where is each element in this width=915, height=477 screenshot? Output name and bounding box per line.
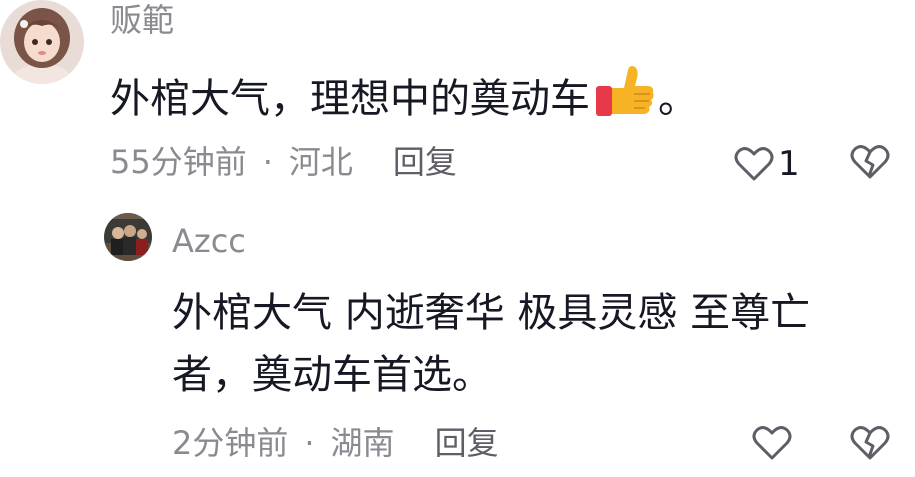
group-photo-avatar — [104, 213, 152, 261]
broken-heart-icon — [850, 426, 890, 460]
like-button[interactable] — [752, 425, 796, 461]
comment-time: 2分钟前 — [172, 424, 289, 462]
comment-text: 外棺大气，理想中的奠动车 。 — [110, 64, 698, 130]
girl-portrait-avatar — [0, 0, 84, 84]
thumbs-up-icon — [596, 66, 654, 116]
dislike-button[interactable] — [850, 144, 890, 180]
comment-text: 外棺大气 内逝奢华 极具灵感 至尊亡者，奠动车首选。 — [172, 290, 811, 398]
comment-username[interactable]: Azcc — [172, 221, 246, 261]
comment-username[interactable]: 贩範 — [110, 0, 174, 40]
like-count: 1 — [778, 144, 800, 184]
heart-outline-icon — [734, 147, 774, 181]
comment-text-body: 外棺大气，理想中的奠动车 — [110, 76, 590, 122]
comment-text-suffix: 。 — [658, 76, 698, 122]
comment-location: 湖南 — [330, 424, 395, 462]
meta-separator: · — [304, 424, 315, 462]
meta-separator: · — [262, 143, 273, 181]
comment-time: 55分钟前 — [110, 143, 247, 181]
broken-heart-icon — [850, 145, 890, 179]
like-button[interactable]: 1 — [734, 144, 800, 184]
comment-location: 河北 — [288, 143, 353, 181]
reply-button[interactable]: 回复 — [393, 140, 457, 184]
reply-button[interactable]: 回复 — [435, 421, 499, 465]
avatar[interactable] — [104, 213, 152, 261]
heart-outline-icon — [752, 426, 792, 460]
avatar[interactable] — [0, 0, 84, 84]
comment-meta: 2分钟前 · 湖南 回复 — [172, 421, 499, 465]
dislike-button[interactable] — [850, 425, 890, 461]
comment-meta: 55分钟前 · 河北 回复 — [110, 140, 457, 184]
